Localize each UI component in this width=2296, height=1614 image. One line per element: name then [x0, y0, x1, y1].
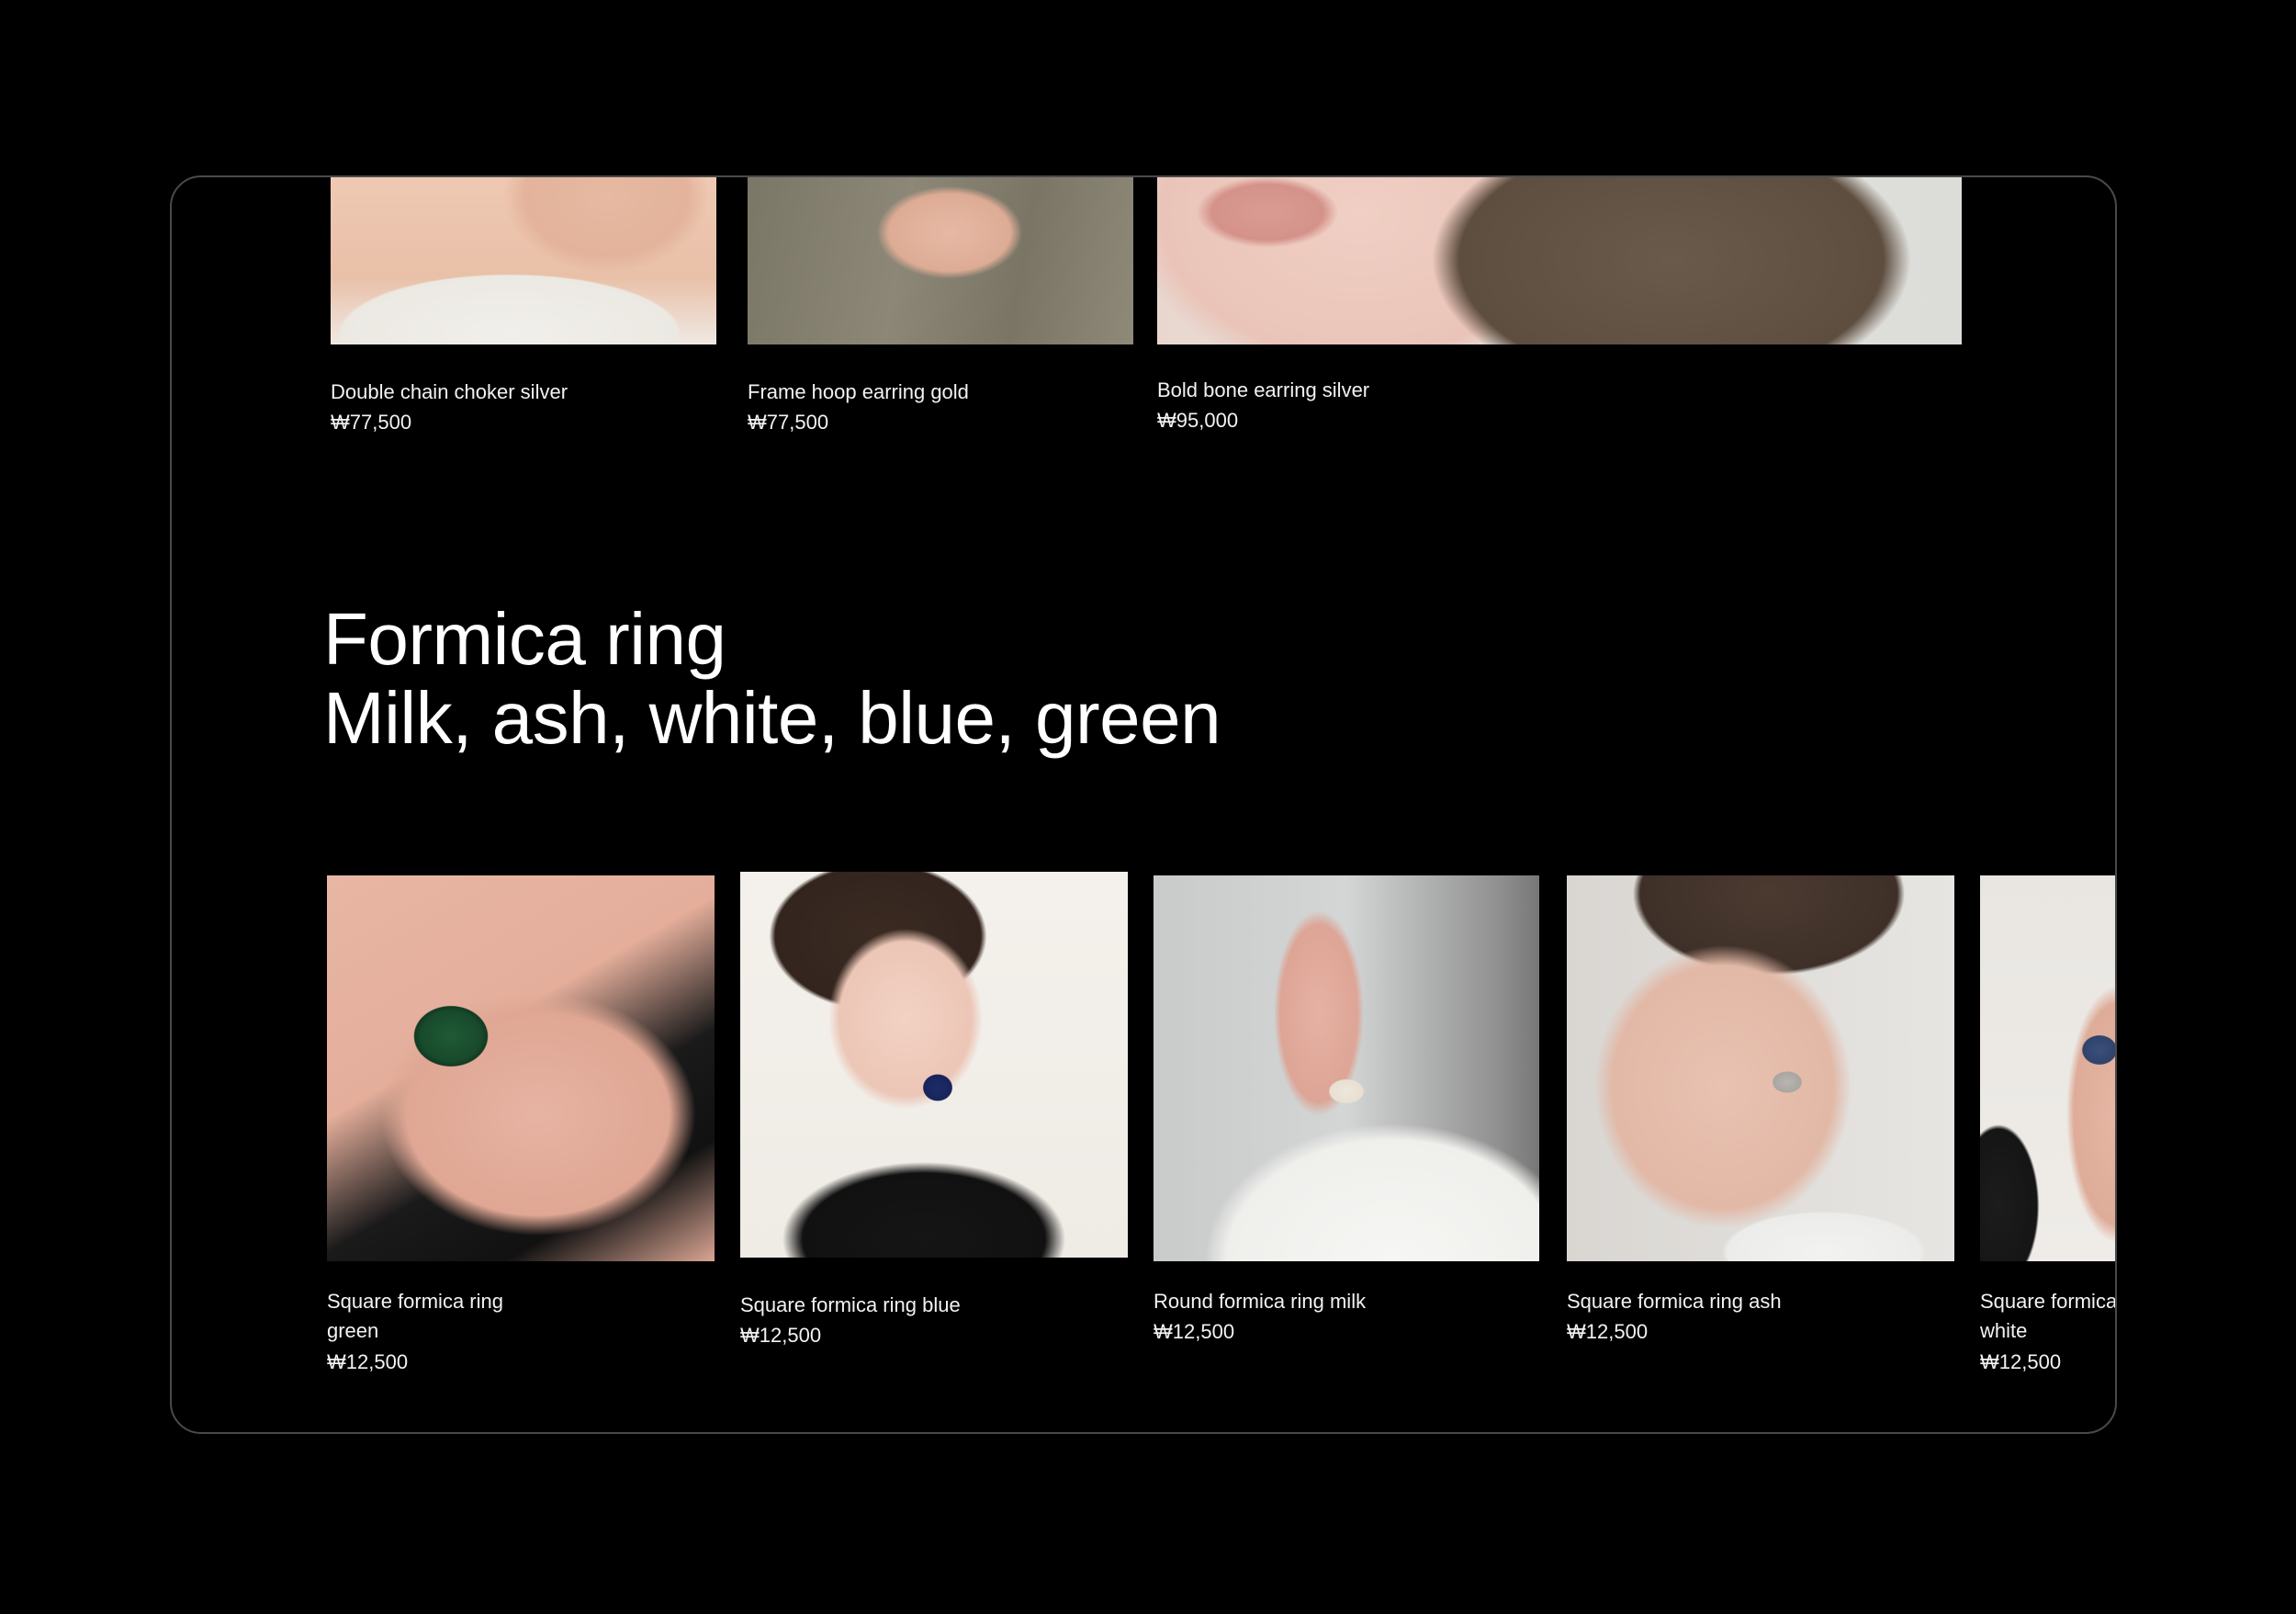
browser-frame: Double chain choker silver ₩77,500 Frame… [170, 175, 2117, 1434]
product-image[interactable] [1157, 177, 1962, 344]
product-price: ₩12,500 [740, 1324, 822, 1347]
product-card-square-formica-ring-white[interactable]: Square formica ring white ₩12,500 [1980, 875, 2117, 1390]
product-name: Frame hoop earring gold [748, 380, 969, 403]
section-title-line-2: Milk, ash, white, blue, green [323, 677, 1221, 759]
product-price: ₩77,500 [748, 411, 829, 434]
product-price: ₩12,500 [1567, 1320, 1649, 1343]
product-price: ₩12,500 [327, 1350, 409, 1373]
product-name: Square formica ring blue [740, 1293, 961, 1316]
product-name: Round formica ring milk [1154, 1290, 1367, 1313]
product-card-square-formica-ring-blue[interactable]: Square formica ring blue ₩12,500 [740, 872, 1128, 1349]
product-card-round-formica-ring-milk[interactable]: Round formica ring milk ₩12,500 [1154, 875, 1539, 1353]
product-image[interactable] [331, 177, 716, 344]
product-card-frame-hoop-earring[interactable]: Frame hoop earring gold ₩77,500 [748, 177, 1133, 453]
section-title-line-1: Formica ring [323, 598, 726, 680]
product-image[interactable] [327, 875, 715, 1261]
product-image[interactable] [748, 177, 1133, 344]
product-name: Square formica ring ash [1567, 1290, 1782, 1313]
product-image[interactable] [740, 872, 1128, 1258]
product-name: Double chain choker silver [331, 380, 568, 403]
product-price: ₩12,500 [1980, 1350, 2062, 1373]
product-card-double-chain-choker[interactable]: Double chain choker silver ₩77,500 [331, 177, 716, 453]
product-price: ₩77,500 [331, 411, 412, 434]
product-card-square-formica-ring-ash[interactable]: Square formica ring ash ₩12,500 [1567, 875, 1954, 1353]
product-price: ₩95,000 [1157, 409, 1239, 432]
section-title: Formica ring Milk, ash, white, blue, gre… [323, 600, 1221, 758]
product-card-bold-bone-earring[interactable]: Bold bone earring silver ₩95,000 [1157, 177, 1962, 453]
product-name: Bold bone earring silver [1157, 378, 1370, 401]
product-price: ₩12,500 [1154, 1320, 1235, 1343]
product-name: Square formica ring green [327, 1290, 503, 1342]
product-image[interactable] [1154, 875, 1539, 1261]
product-card-square-formica-ring-green[interactable]: Square formica ring green ₩12,500 [327, 875, 715, 1390]
product-image[interactable] [1980, 875, 2115, 1261]
product-image[interactable] [1567, 875, 1954, 1261]
product-name: Square formica ring white [1980, 1290, 2117, 1342]
